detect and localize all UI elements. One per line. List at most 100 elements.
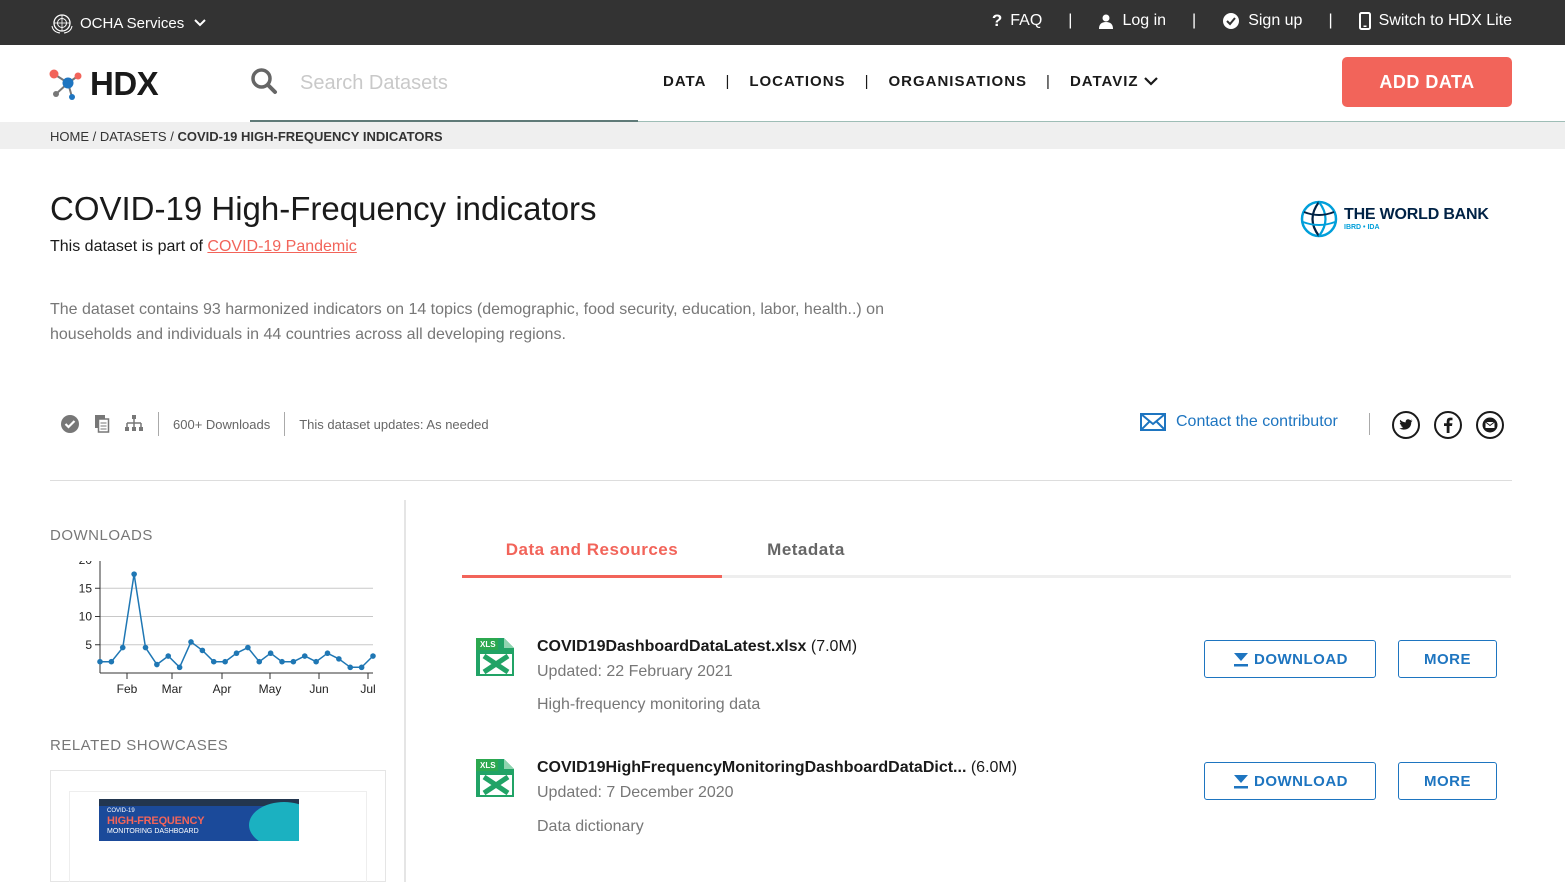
add-data-button[interactable]: ADD DATA (1342, 57, 1512, 107)
nav-locations[interactable]: LOCATIONS (749, 73, 845, 90)
resource-filesize: (6.0M) (966, 759, 1018, 776)
world-bank-globe-icon (1300, 200, 1338, 238)
chart-data-point (336, 656, 342, 662)
downloads-count: 600+ Downloads (173, 416, 271, 432)
download-label: DOWNLOAD (1254, 650, 1348, 668)
resource-description: High-frequency monitoring data (537, 696, 761, 713)
download-icon (1234, 775, 1248, 789)
chart-data-point (188, 639, 194, 645)
resource-filesize: (7.0M) (806, 638, 858, 655)
ocha-services-menu[interactable]: OCHA Services (50, 12, 212, 34)
sitemap-icon (124, 414, 144, 434)
chart-data-point (301, 653, 308, 659)
signup-link[interactable]: Sign up (1222, 12, 1302, 30)
divider: | (725, 73, 731, 90)
mobile-phone-icon (1358, 12, 1371, 30)
nav-organisations[interactable]: ORGANISATIONS (888, 73, 1027, 90)
tab-metadata[interactable]: Metadata (722, 540, 890, 560)
chart-data-point (347, 664, 354, 671)
breadcrumb-current: COVID-19 HIGH-FREQUENCY INDICATORS (177, 129, 443, 144)
chart-x-tick-label: Apr (213, 682, 232, 696)
divider: | (1328, 12, 1333, 29)
update-frequency: This dataset updates: As needed (299, 416, 489, 432)
tab-active-indicator (462, 575, 722, 578)
chart-plot-group: 5 10 15 20 (79, 555, 376, 673)
download-button[interactable]: DOWNLOAD (1204, 640, 1376, 678)
check-circle-icon (1223, 13, 1240, 29)
chart-data-point (290, 658, 297, 665)
resource-name-line[interactable]: COVID19HighFrequencyMonitoringDashboardD… (537, 759, 1017, 777)
chart-data-point (233, 650, 240, 657)
download-icon (1234, 653, 1248, 667)
hdx-logo[interactable]: HDX (48, 65, 159, 103)
resource-name-line[interactable]: COVID19DashboardDataLatest.xlsx (7.0M) (537, 638, 857, 656)
verified-check-icon (60, 414, 80, 434)
contact-contributor-link[interactable]: Contact the contributor (1140, 413, 1338, 431)
nav-dataviz-label: DATAVIZ (1069, 73, 1139, 90)
chart-data-point (370, 653, 376, 659)
signup-label: Sign up (1248, 12, 1303, 29)
dataset-stats: 600+ Downloads This dataset updates: As … (60, 410, 503, 438)
divider: | (1068, 12, 1073, 29)
envelope-icon (1140, 413, 1166, 431)
chevron-down-icon (194, 19, 206, 27)
related-showcases-heading: RELATED SHOWCASES (50, 737, 229, 754)
login-link[interactable]: Log in (1098, 12, 1166, 30)
tab-data-and-resources[interactable]: Data and Resources (462, 540, 722, 560)
search-icon[interactable] (250, 67, 278, 95)
divider: | (1046, 73, 1051, 90)
thumbnail-line-2: HIGH-FREQUENCY (107, 815, 205, 827)
resource-filename: COVID19HighFrequencyMonitoringDashboardD… (537, 759, 967, 776)
switch-hdx-lite-link[interactable]: Switch to HDX Lite (1358, 12, 1512, 30)
showcase-thumbnail: COVID-19 HIGH-FREQUENCY MONITORING DASHB… (99, 799, 299, 841)
files-icon (94, 414, 110, 434)
nav-data[interactable]: DATA (663, 73, 706, 90)
search-input[interactable] (300, 67, 630, 99)
more-button[interactable]: MORE (1398, 762, 1497, 800)
chart-data-point (210, 658, 217, 665)
section-divider (50, 480, 1512, 481)
chart-data-point (222, 658, 228, 665)
chart-x-tick-label: Jun (309, 682, 328, 696)
divider (158, 412, 159, 436)
envelope-icon (1482, 417, 1498, 433)
more-button[interactable]: MORE (1398, 640, 1497, 678)
chart-data-point (199, 647, 206, 654)
divider: | (864, 73, 870, 90)
nav-dataviz[interactable]: DATAVIZ (1070, 73, 1158, 90)
breadcrumb-home[interactable]: HOME (50, 129, 89, 144)
showcase-card[interactable]: COVID-19 HIGH-FREQUENCY MONITORING DASHB… (50, 770, 386, 882)
column-divider (404, 500, 406, 882)
chart-data-point (154, 661, 160, 668)
chart-y-tick-label: 5 (85, 638, 92, 652)
divider (1369, 413, 1370, 435)
twitter-icon (1399, 419, 1413, 430)
chart-y-tick-label: 20 (79, 555, 93, 567)
question-icon: ? (991, 11, 1003, 30)
page-title: COVID-19 High-Frequency indicators (50, 190, 597, 227)
facebook-share-button[interactable] (1434, 411, 1462, 439)
breadcrumb-separator: / (92, 129, 97, 144)
email-share-button[interactable] (1476, 411, 1504, 439)
xls-file-icon: XLS (476, 759, 514, 797)
thumbnail-teal-shape (249, 802, 299, 841)
chart-data-point (108, 658, 115, 665)
main-nav: DATA | LOCATIONS | ORGANISATIONS | DATAV… (663, 73, 1158, 90)
resource-description: Data dictionary (537, 818, 644, 835)
switch-hdx-lite-label: Switch to HDX Lite (1378, 12, 1512, 29)
ocha-services-label: OCHA Services (80, 14, 185, 32)
chart-data-point (119, 644, 126, 651)
part-of-line: This dataset is part of COVID-19 Pandemi… (50, 238, 357, 256)
chart-data-point (97, 658, 103, 665)
breadcrumb-datasets[interactable]: DATASETS (100, 129, 167, 144)
download-button[interactable]: DOWNLOAD (1204, 762, 1376, 800)
chart-y-tick-label: 10 (79, 610, 93, 624)
covid-pandemic-link[interactable]: COVID-19 Pandemic (207, 238, 356, 255)
twitter-share-button[interactable] (1392, 411, 1420, 439)
world-bank-logo[interactable]: THE WORLD BANK IBRD • IDA (1300, 200, 1489, 238)
breadcrumb-separator: / (170, 129, 174, 144)
chart-x-tick-label: May (259, 682, 282, 696)
chart-data-point (142, 644, 149, 651)
xls-file-icon: XLS (476, 638, 514, 676)
faq-link[interactable]: ? FAQ (992, 11, 1042, 31)
